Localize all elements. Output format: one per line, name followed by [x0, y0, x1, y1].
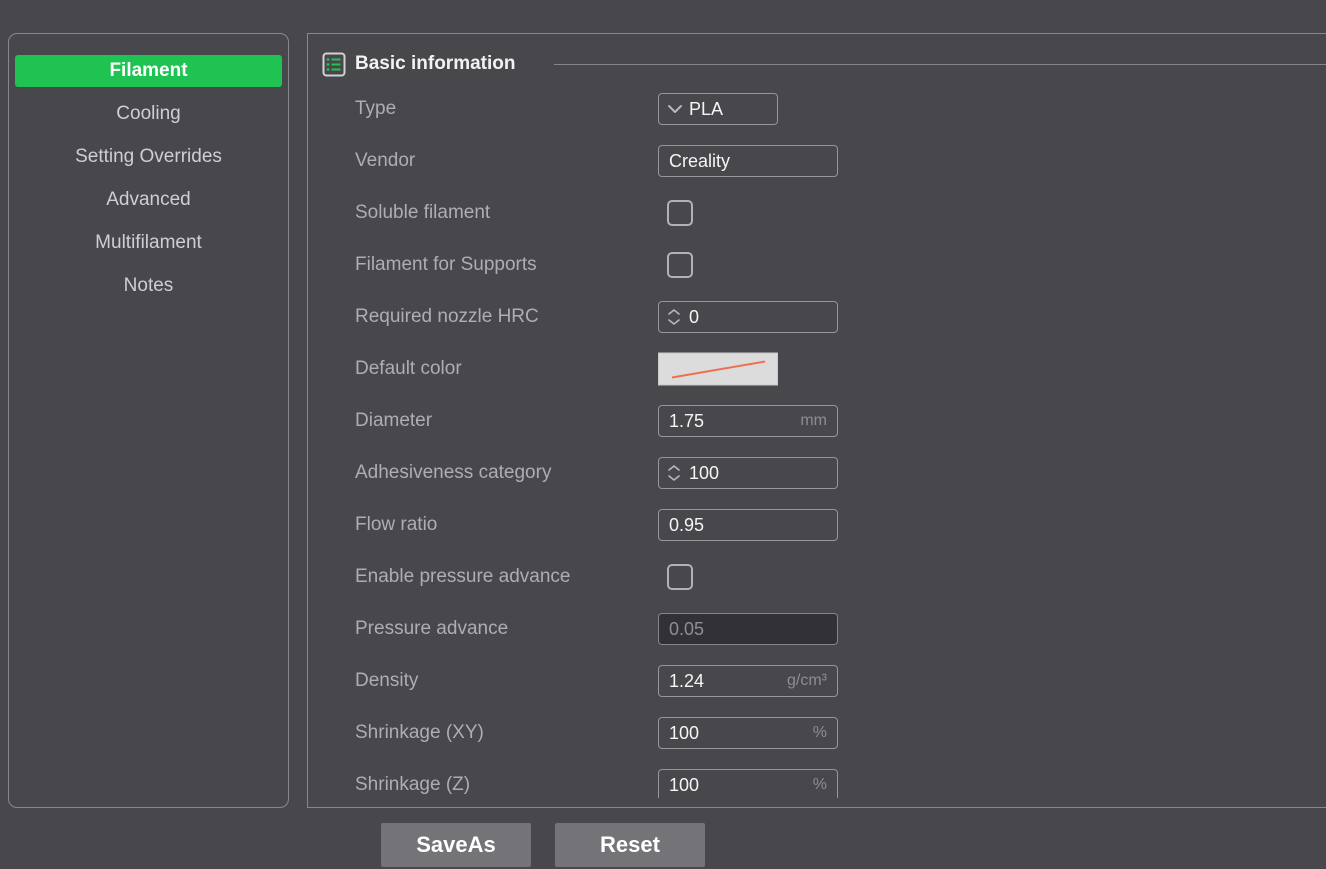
row-pressure-advance: Pressure advance 0.05	[308, 612, 1326, 646]
soluble-filament-checkbox[interactable]	[667, 200, 693, 226]
field-label: Shrinkage (Z)	[355, 774, 470, 796]
shrinkage-z-value: 100	[669, 775, 699, 796]
required-nozzle-hrc-spinner[interactable]: 0	[658, 301, 838, 333]
field-label: Type	[355, 98, 396, 120]
field-label: Default color	[355, 358, 462, 380]
adhesiveness-category-spinner[interactable]: 100	[658, 457, 838, 489]
filament-for-supports-checkbox[interactable]	[667, 252, 693, 278]
row-shrinkage-xy: Shrinkage (XY) 100 %	[308, 716, 1326, 750]
pressure-advance-input-disabled: 0.05	[658, 613, 838, 645]
flow-ratio-value: 0.95	[669, 515, 704, 536]
form-scroll-area: Type PLA Vendor Creality Soluble filamen…	[308, 34, 1326, 798]
required-nozzle-hrc-value: 0	[689, 307, 699, 328]
field-label: Density	[355, 670, 418, 692]
sidebar-item-filament[interactable]: Filament	[15, 55, 282, 87]
field-label: Adhesiveness category	[355, 462, 551, 484]
diameter-input[interactable]: 1.75 mm	[658, 405, 838, 437]
field-label: Pressure advance	[355, 618, 508, 640]
row-flow-ratio: Flow ratio 0.95	[308, 508, 1326, 542]
density-input[interactable]: 1.24 g/cm³	[658, 665, 838, 697]
row-density: Density 1.24 g/cm³	[308, 664, 1326, 698]
field-label: Required nozzle HRC	[355, 306, 539, 328]
settings-sidebar: Filament Cooling Setting Overrides Advan…	[8, 33, 289, 808]
row-shrinkage-z: Shrinkage (Z) 100 %	[308, 768, 1326, 798]
chevron-down-icon	[667, 104, 683, 114]
sidebar-item-setting-overrides[interactable]: Setting Overrides	[15, 141, 282, 173]
row-enable-pressure-advance: Enable pressure advance	[308, 560, 1326, 594]
field-label: Diameter	[355, 410, 432, 432]
field-label: Flow ratio	[355, 514, 437, 536]
shrinkage-z-input[interactable]: 100 %	[658, 769, 838, 798]
field-label: Filament for Supports	[355, 254, 537, 276]
vendor-input[interactable]: Creality	[658, 145, 838, 177]
default-color-swatch[interactable]	[658, 353, 778, 386]
row-vendor: Vendor Creality	[308, 144, 1326, 178]
reset-button[interactable]: Reset	[555, 823, 705, 867]
shrinkage-xy-unit: %	[813, 724, 827, 742]
row-default-color: Default color	[308, 352, 1326, 386]
vendor-value: Creality	[669, 151, 730, 172]
row-diameter: Diameter 1.75 mm	[308, 404, 1326, 438]
density-value: 1.24	[669, 671, 704, 692]
shrinkage-z-unit: %	[813, 776, 827, 794]
shrinkage-xy-value: 100	[669, 723, 699, 744]
row-soluble-filament: Soluble filament	[308, 196, 1326, 230]
row-filament-for-supports: Filament for Supports	[308, 248, 1326, 282]
enable-pressure-advance-checkbox[interactable]	[667, 564, 693, 590]
save-as-button[interactable]: SaveAs	[381, 823, 531, 867]
sidebar-item-notes[interactable]: Notes	[15, 270, 282, 302]
pressure-advance-value: 0.05	[669, 619, 704, 640]
row-required-nozzle-hrc: Required nozzle HRC 0	[308, 300, 1326, 334]
type-value: PLA	[689, 99, 723, 120]
sidebar-item-advanced[interactable]: Advanced	[15, 184, 282, 216]
basic-information-panel: Basic information Type PLA Vendor Creali…	[307, 33, 1326, 808]
field-label: Vendor	[355, 150, 415, 172]
field-label: Enable pressure advance	[355, 566, 570, 588]
density-unit: g/cm³	[787, 672, 827, 690]
spinner-arrows-icon[interactable]	[667, 464, 681, 482]
adhesiveness-category-value: 100	[689, 463, 719, 484]
diameter-unit: mm	[800, 412, 827, 430]
row-adhesiveness-category: Adhesiveness category 100	[308, 456, 1326, 490]
spinner-arrows-icon[interactable]	[667, 308, 681, 326]
type-dropdown[interactable]: PLA	[658, 93, 778, 125]
shrinkage-xy-input[interactable]: 100 %	[658, 717, 838, 749]
sidebar-item-multifilament[interactable]: Multifilament	[15, 227, 282, 259]
field-label: Soluble filament	[355, 202, 490, 224]
sidebar-item-cooling[interactable]: Cooling	[15, 98, 282, 130]
color-line-icon	[659, 354, 777, 385]
flow-ratio-input[interactable]: 0.95	[658, 509, 838, 541]
field-label: Shrinkage (XY)	[355, 722, 484, 744]
row-type: Type PLA	[308, 92, 1326, 126]
diameter-value: 1.75	[669, 411, 704, 432]
